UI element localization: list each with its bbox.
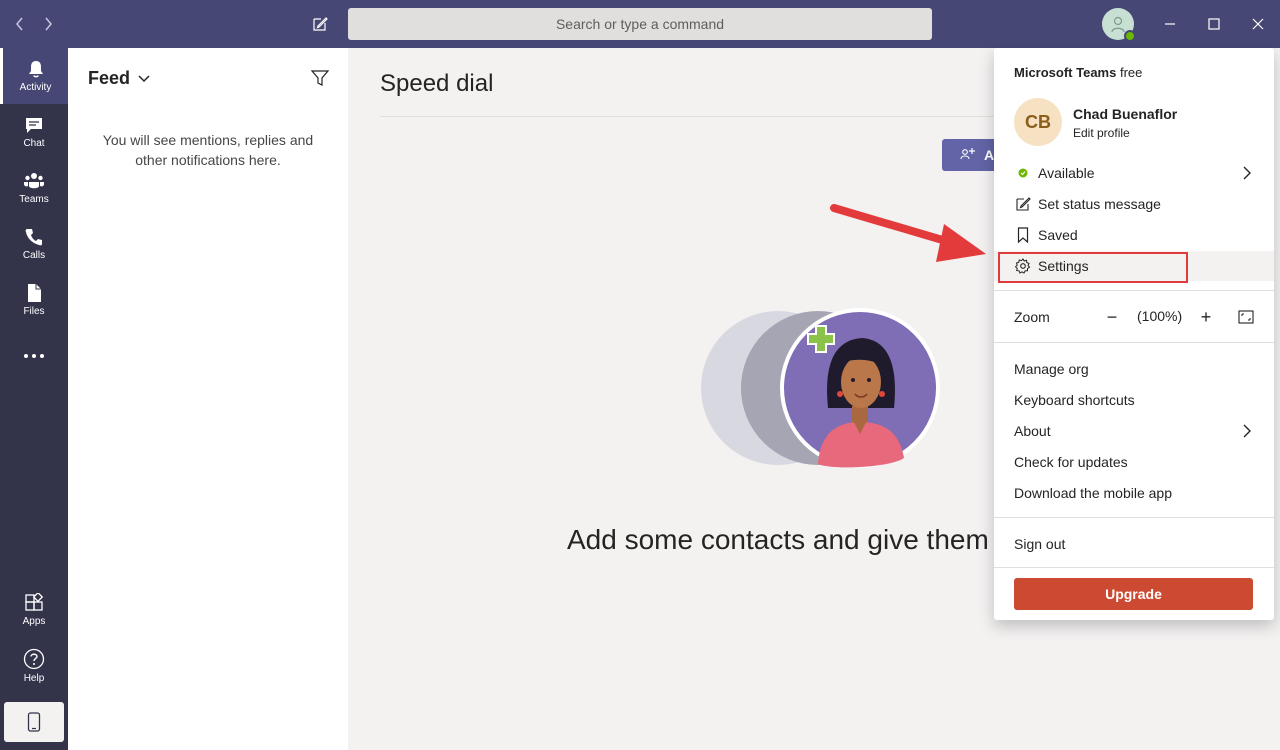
download-mobile-label: Download the mobile app xyxy=(1014,485,1172,501)
page-title: Speed dial xyxy=(380,70,494,97)
zoom-level: (100%) xyxy=(1137,308,1183,324)
rail-label: Chat xyxy=(23,138,45,149)
empty-state-illustration xyxy=(701,308,940,468)
rail-label: Activity xyxy=(19,82,52,93)
bookmark-icon xyxy=(1014,226,1032,244)
upgrade-button[interactable]: Upgrade xyxy=(1014,578,1253,610)
presence-available-icon xyxy=(1124,30,1136,42)
compose-icon xyxy=(313,17,328,31)
more-icon xyxy=(24,354,44,358)
rail-label: Calls xyxy=(22,250,46,261)
rail-item-activity[interactable]: Activity xyxy=(0,48,68,104)
rail-item-help[interactable]: Help xyxy=(0,638,68,694)
back-button[interactable] xyxy=(8,12,32,36)
menu-brand: Microsoft Teams free xyxy=(1014,65,1142,80)
rail-label: Help xyxy=(23,673,45,684)
activity-feed-panel: Feed You will see mentions, replies and … xyxy=(68,48,348,750)
person-icon xyxy=(1111,16,1125,33)
chevron-left-icon xyxy=(16,17,23,31)
presence-icon xyxy=(1014,164,1032,182)
new-chat-button[interactable] xyxy=(308,12,332,36)
filter-icon[interactable] xyxy=(310,68,330,88)
chevron-right-icon xyxy=(1243,166,1251,180)
rail-item-calls[interactable]: Calls xyxy=(0,216,68,272)
settings-highlight-box xyxy=(998,252,1188,283)
apps-icon xyxy=(25,593,44,611)
rail-item-teams[interactable]: Teams xyxy=(0,160,68,216)
rail-item-files[interactable]: Files xyxy=(0,272,68,328)
manage-org-label: Manage org xyxy=(1014,361,1089,377)
app-rail: Activity Chat Teams Calls Files Apps Hel… xyxy=(0,48,68,750)
fit-screen-icon[interactable] xyxy=(1238,309,1254,325)
check-updates-label: Check for updates xyxy=(1014,454,1128,470)
check-for-updates-item[interactable]: Check for updates xyxy=(994,447,1274,477)
set-status-label: Set status message xyxy=(1038,196,1161,212)
brand-suffix: free xyxy=(1119,65,1143,80)
search-placeholder: Search or type a command xyxy=(555,16,725,32)
add-contact-icon xyxy=(960,148,975,160)
teams-icon xyxy=(24,173,44,189)
keyboard-shortcuts-label: Keyboard shortcuts xyxy=(1014,392,1135,408)
zoom-out-button[interactable]: − xyxy=(1104,306,1120,328)
status-available-item[interactable]: Available xyxy=(994,158,1274,188)
minimize-button[interactable] xyxy=(1158,12,1182,36)
download-mobile-app-item[interactable]: Download the mobile app xyxy=(994,478,1274,508)
forward-button[interactable] xyxy=(36,12,60,36)
profile-name: Chad Buenaflor xyxy=(1073,106,1178,122)
chat-icon xyxy=(26,118,42,133)
menu-divider xyxy=(994,517,1274,518)
menu-divider xyxy=(994,342,1274,343)
minimize-icon xyxy=(1165,23,1175,25)
file-icon xyxy=(28,284,41,302)
rail-item-apps[interactable]: Apps xyxy=(0,582,68,638)
divider xyxy=(380,116,1020,117)
manage-org-item[interactable]: Manage org xyxy=(994,354,1274,384)
annotation-arrow-icon xyxy=(830,204,986,262)
rail-label: Apps xyxy=(22,616,46,627)
feed-dropdown[interactable]: Feed xyxy=(88,68,150,89)
profile-menu: Microsoft Teams free CB Chad Buenaflor E… xyxy=(994,48,1274,620)
feed-empty-message: You will see mentions, replies and other… xyxy=(102,132,314,168)
empty-state-headline: Add some contacts and give them xyxy=(567,524,989,555)
close-icon xyxy=(1252,18,1264,30)
title-bar: Search or type a command xyxy=(0,0,1280,48)
saved-label: Saved xyxy=(1038,227,1078,243)
search-input[interactable]: Search or type a command xyxy=(348,8,932,40)
chevron-right-icon xyxy=(1243,424,1251,438)
add-button-label: A xyxy=(984,147,995,163)
mobile-phone-icon xyxy=(27,712,41,732)
help-icon xyxy=(23,648,45,670)
rail-item-chat[interactable]: Chat xyxy=(0,104,68,160)
about-label: About xyxy=(1014,423,1051,439)
rail-label: Files xyxy=(23,306,45,317)
sign-out-label: Sign out xyxy=(1014,536,1066,552)
feed-title: Feed xyxy=(88,68,131,88)
chevron-right-icon xyxy=(45,17,52,31)
close-button[interactable] xyxy=(1246,12,1270,36)
maximize-button[interactable] xyxy=(1202,12,1226,36)
mobile-app-button[interactable] xyxy=(4,702,64,742)
about-item[interactable]: About xyxy=(994,416,1274,446)
profile-avatar: CB xyxy=(1014,98,1062,146)
brand-name: Microsoft Teams xyxy=(1014,65,1117,80)
menu-divider xyxy=(994,290,1274,291)
profile-avatar-button[interactable] xyxy=(1102,8,1136,42)
rail-label: Teams xyxy=(19,194,49,205)
saved-item[interactable]: Saved xyxy=(994,220,1274,250)
sign-out-item[interactable]: Sign out xyxy=(994,529,1274,559)
phone-icon xyxy=(25,229,42,246)
maximize-icon xyxy=(1208,18,1220,30)
zoom-in-button[interactable]: + xyxy=(1198,306,1214,328)
status-label: Available xyxy=(1038,165,1095,181)
menu-divider xyxy=(994,567,1274,568)
edit-message-icon xyxy=(1014,195,1032,213)
chevron-down-icon xyxy=(138,74,150,82)
set-status-message-item[interactable]: Set status message xyxy=(994,189,1274,219)
zoom-label: Zoom xyxy=(1014,309,1050,325)
rail-item-more[interactable] xyxy=(0,328,68,384)
keyboard-shortcuts-item[interactable]: Keyboard shortcuts xyxy=(994,385,1274,415)
bell-icon xyxy=(28,61,43,78)
edit-profile-link[interactable]: Edit profile xyxy=(1073,126,1130,140)
zoom-row: Zoom − (100%) + xyxy=(1014,306,1264,328)
